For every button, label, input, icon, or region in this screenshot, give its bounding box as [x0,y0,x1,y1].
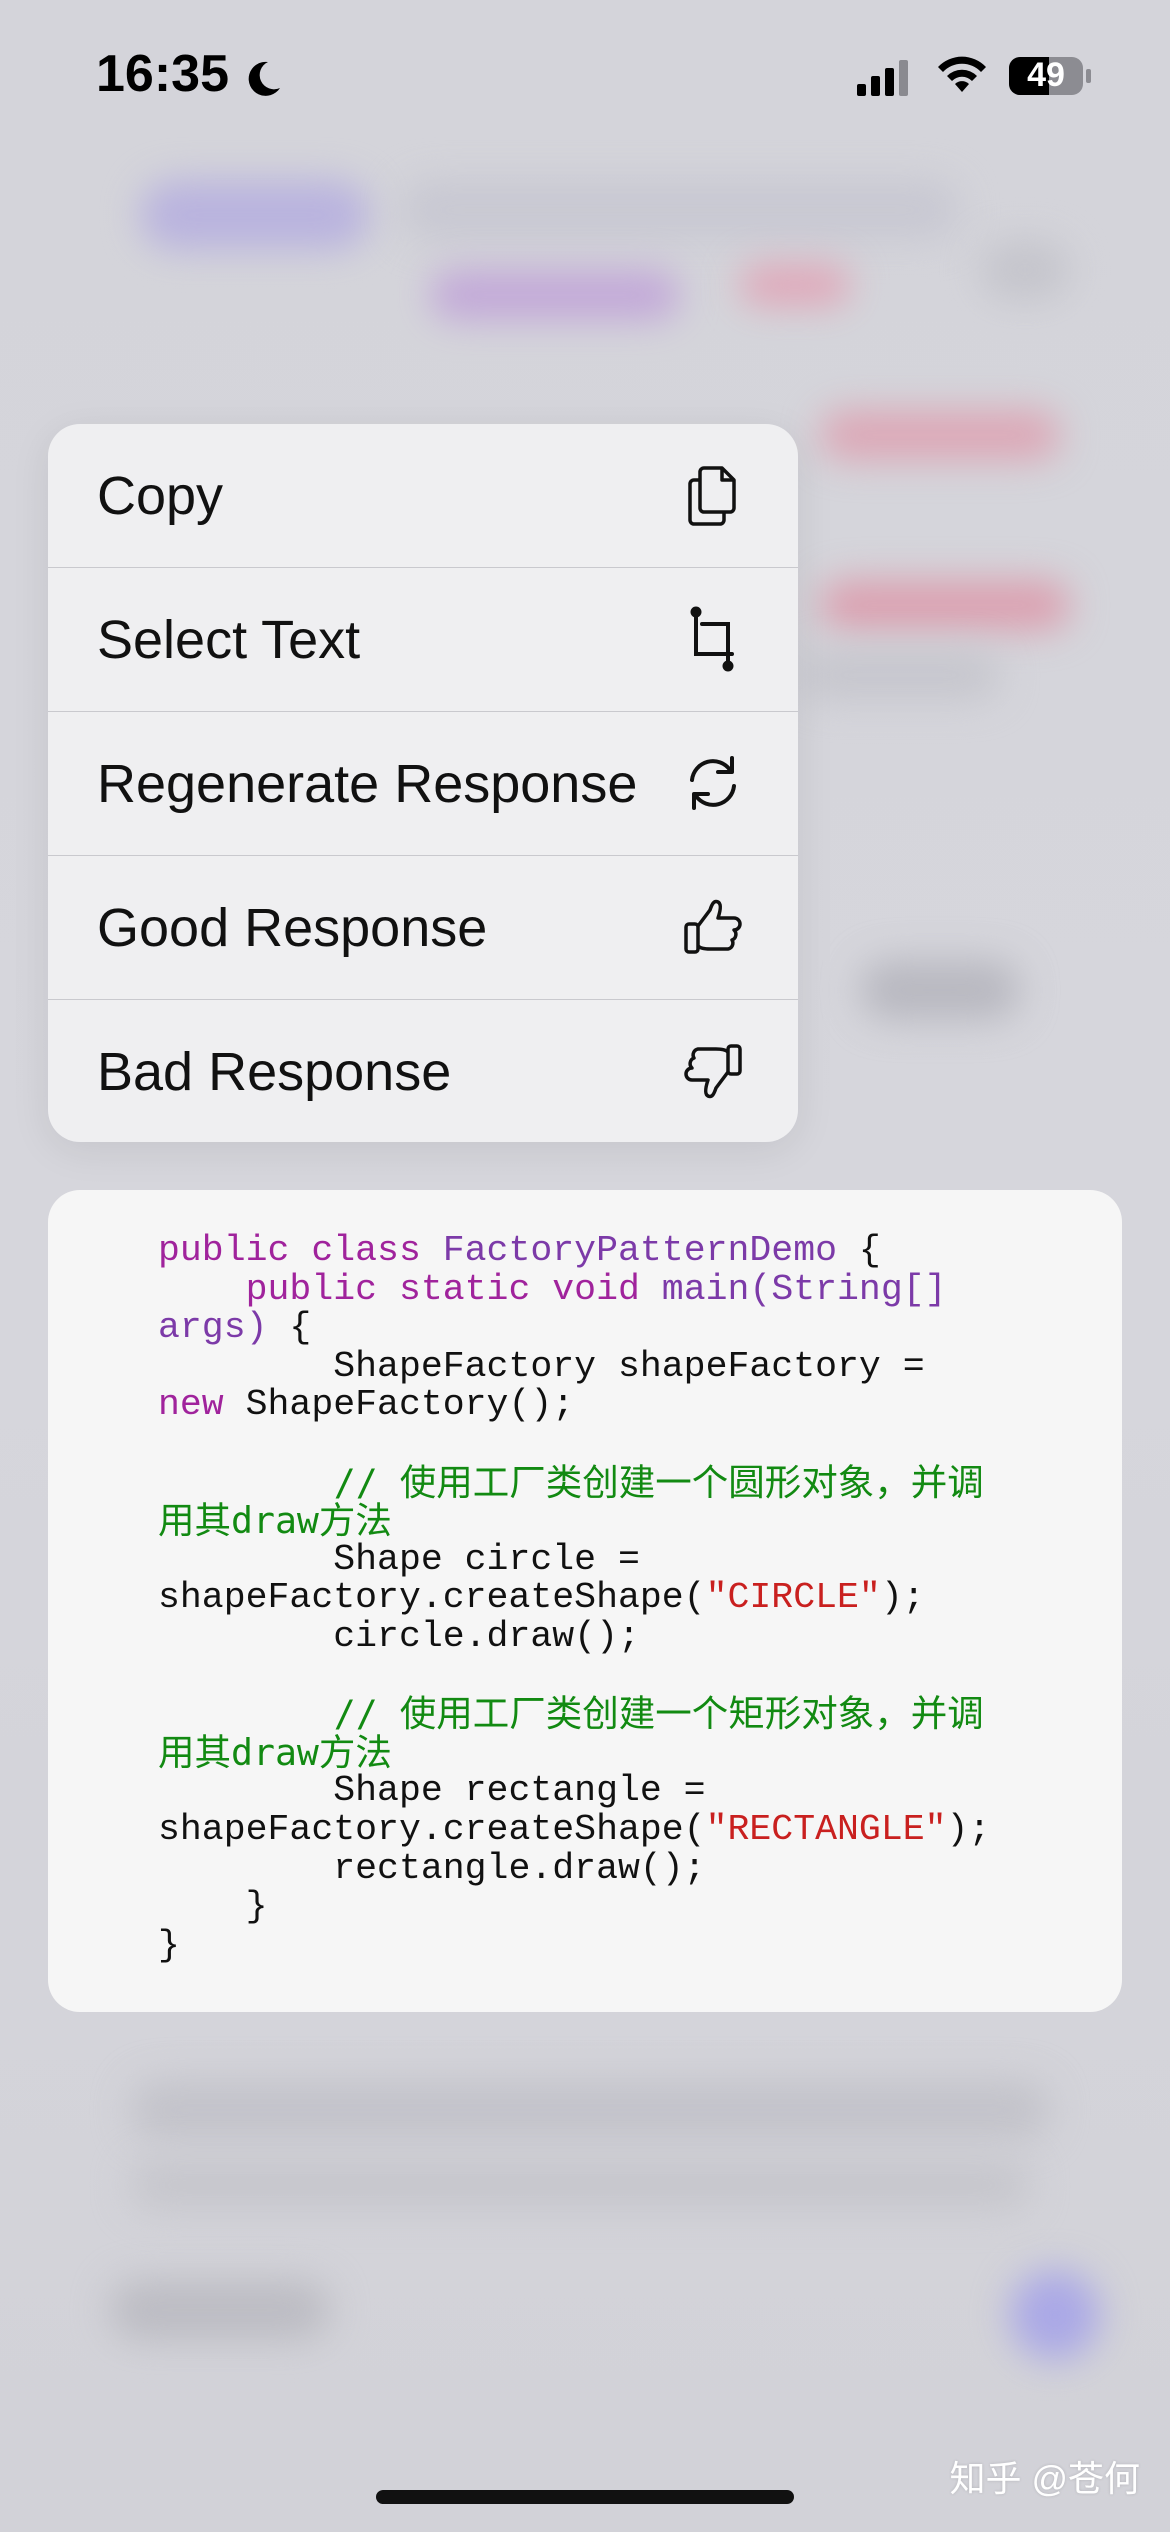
code-token: FactoryPatternDemo [442,1230,838,1271]
code-line: shapeFactory.createShape("CIRCLE"); [158,1579,990,1618]
code-text: public class FactoryPatternDemo { public… [158,1230,991,1966]
moon-icon [248,61,280,96]
code-line: Shape circle = [158,1538,990,1580]
code-line: // 使用工厂类创建一个矩形对象，并调 [158,1692,990,1736]
code-token: // 使用工厂类创建一个矩形对象，并调 [158,1692,984,1736]
menu-item-label: Select Text [97,609,361,670]
crop-select-icon [690,606,734,672]
code-token: 用其draw方法 [158,1499,392,1543]
status-bar: 16:35 49 [0,0,1170,150]
code-line: public class FactoryPatternDemo { [158,1230,990,1271]
code-token: ShapeFactory(); [223,1384,575,1426]
menu-item-label: Bad Response [97,1041,452,1102]
code-token: shapeFactory.createShape( [158,1577,706,1619]
code-token: { [267,1307,312,1349]
code-token: rectangle.draw(); [158,1847,706,1889]
copy-icon [688,466,736,526]
code-token: main(String[] [661,1268,947,1310]
code-line: ShapeFactory shapeFactory = [158,1345,990,1387]
code-line: 用其draw方法 [158,1730,990,1774]
good-response-menu-item[interactable]: Good Response [48,856,798,1000]
bad-response-menu-item[interactable]: Bad Response [48,1000,798,1142]
select-text-menu-item[interactable]: Select Text [48,568,798,712]
code-line: // 使用工厂类创建一个圆形对象，并调 [158,1460,990,1504]
code-token: } [158,1886,268,1928]
copy-menu-item[interactable]: Copy [48,424,798,568]
watermark: 知乎 @苍何 [949,2458,1140,2499]
thumbs-down-icon [684,1044,742,1099]
code-token: "RECTANGLE" [705,1808,947,1850]
thumbs-up-icon [684,899,742,954]
code-token: public static void [158,1268,662,1310]
code-token: 用其draw方法 [158,1730,392,1774]
code-line: circle.draw(); [158,1615,990,1657]
code-token: ); [880,1577,925,1619]
menu-item-label: Good Response [97,897,488,958]
code-line: rectangle.draw(); [158,1847,990,1889]
code-line: new ShapeFactory(); [158,1386,990,1425]
code-line: } [158,1924,990,1966]
code-token: { [837,1230,881,1271]
wifi-icon [938,56,986,92]
code-line: args) { [158,1307,990,1349]
context-menu: Copy Select Text Regenerate Response Goo… [48,424,798,1142]
code-token: Shape circle = [158,1538,640,1580]
code-line: shapeFactory.createShape("RECTANGLE"); [158,1808,991,1850]
home-indicator[interactable] [376,2490,794,2504]
code-line: public static void main(String[] [158,1268,990,1310]
code-token: ShapeFactory shapeFactory = [158,1345,925,1387]
code-token: Shape rectangle = [158,1770,706,1812]
battery-level: 49 [1027,56,1065,94]
code-token: ); [946,1808,991,1850]
code-token: args) [158,1307,268,1349]
code-line: 用其draw方法 [158,1499,990,1543]
code-line: Shape rectangle = [158,1772,990,1811]
code-token: // 使用工厂类创建一个圆形对象，并调 [158,1460,984,1504]
refresh-icon [690,756,736,810]
code-token: shapeFactory.createShape( [158,1808,706,1850]
code-token: } [158,1924,180,1966]
cellular-signal-icon [857,60,908,96]
code-line: } [158,1886,990,1928]
code-token: "CIRCLE" [705,1577,881,1619]
menu-item-label: Regenerate Response [97,753,638,814]
code-token: circle.draw(); [158,1615,640,1657]
code-token: public class [158,1230,443,1271]
menu-item-label: Copy [97,465,224,526]
status-time: 16:35 [96,45,229,103]
regenerate-response-menu-item[interactable]: Regenerate Response [48,712,798,856]
code-token: new [158,1384,224,1426]
code-block: public class FactoryPatternDemo { public… [48,1190,1122,2012]
